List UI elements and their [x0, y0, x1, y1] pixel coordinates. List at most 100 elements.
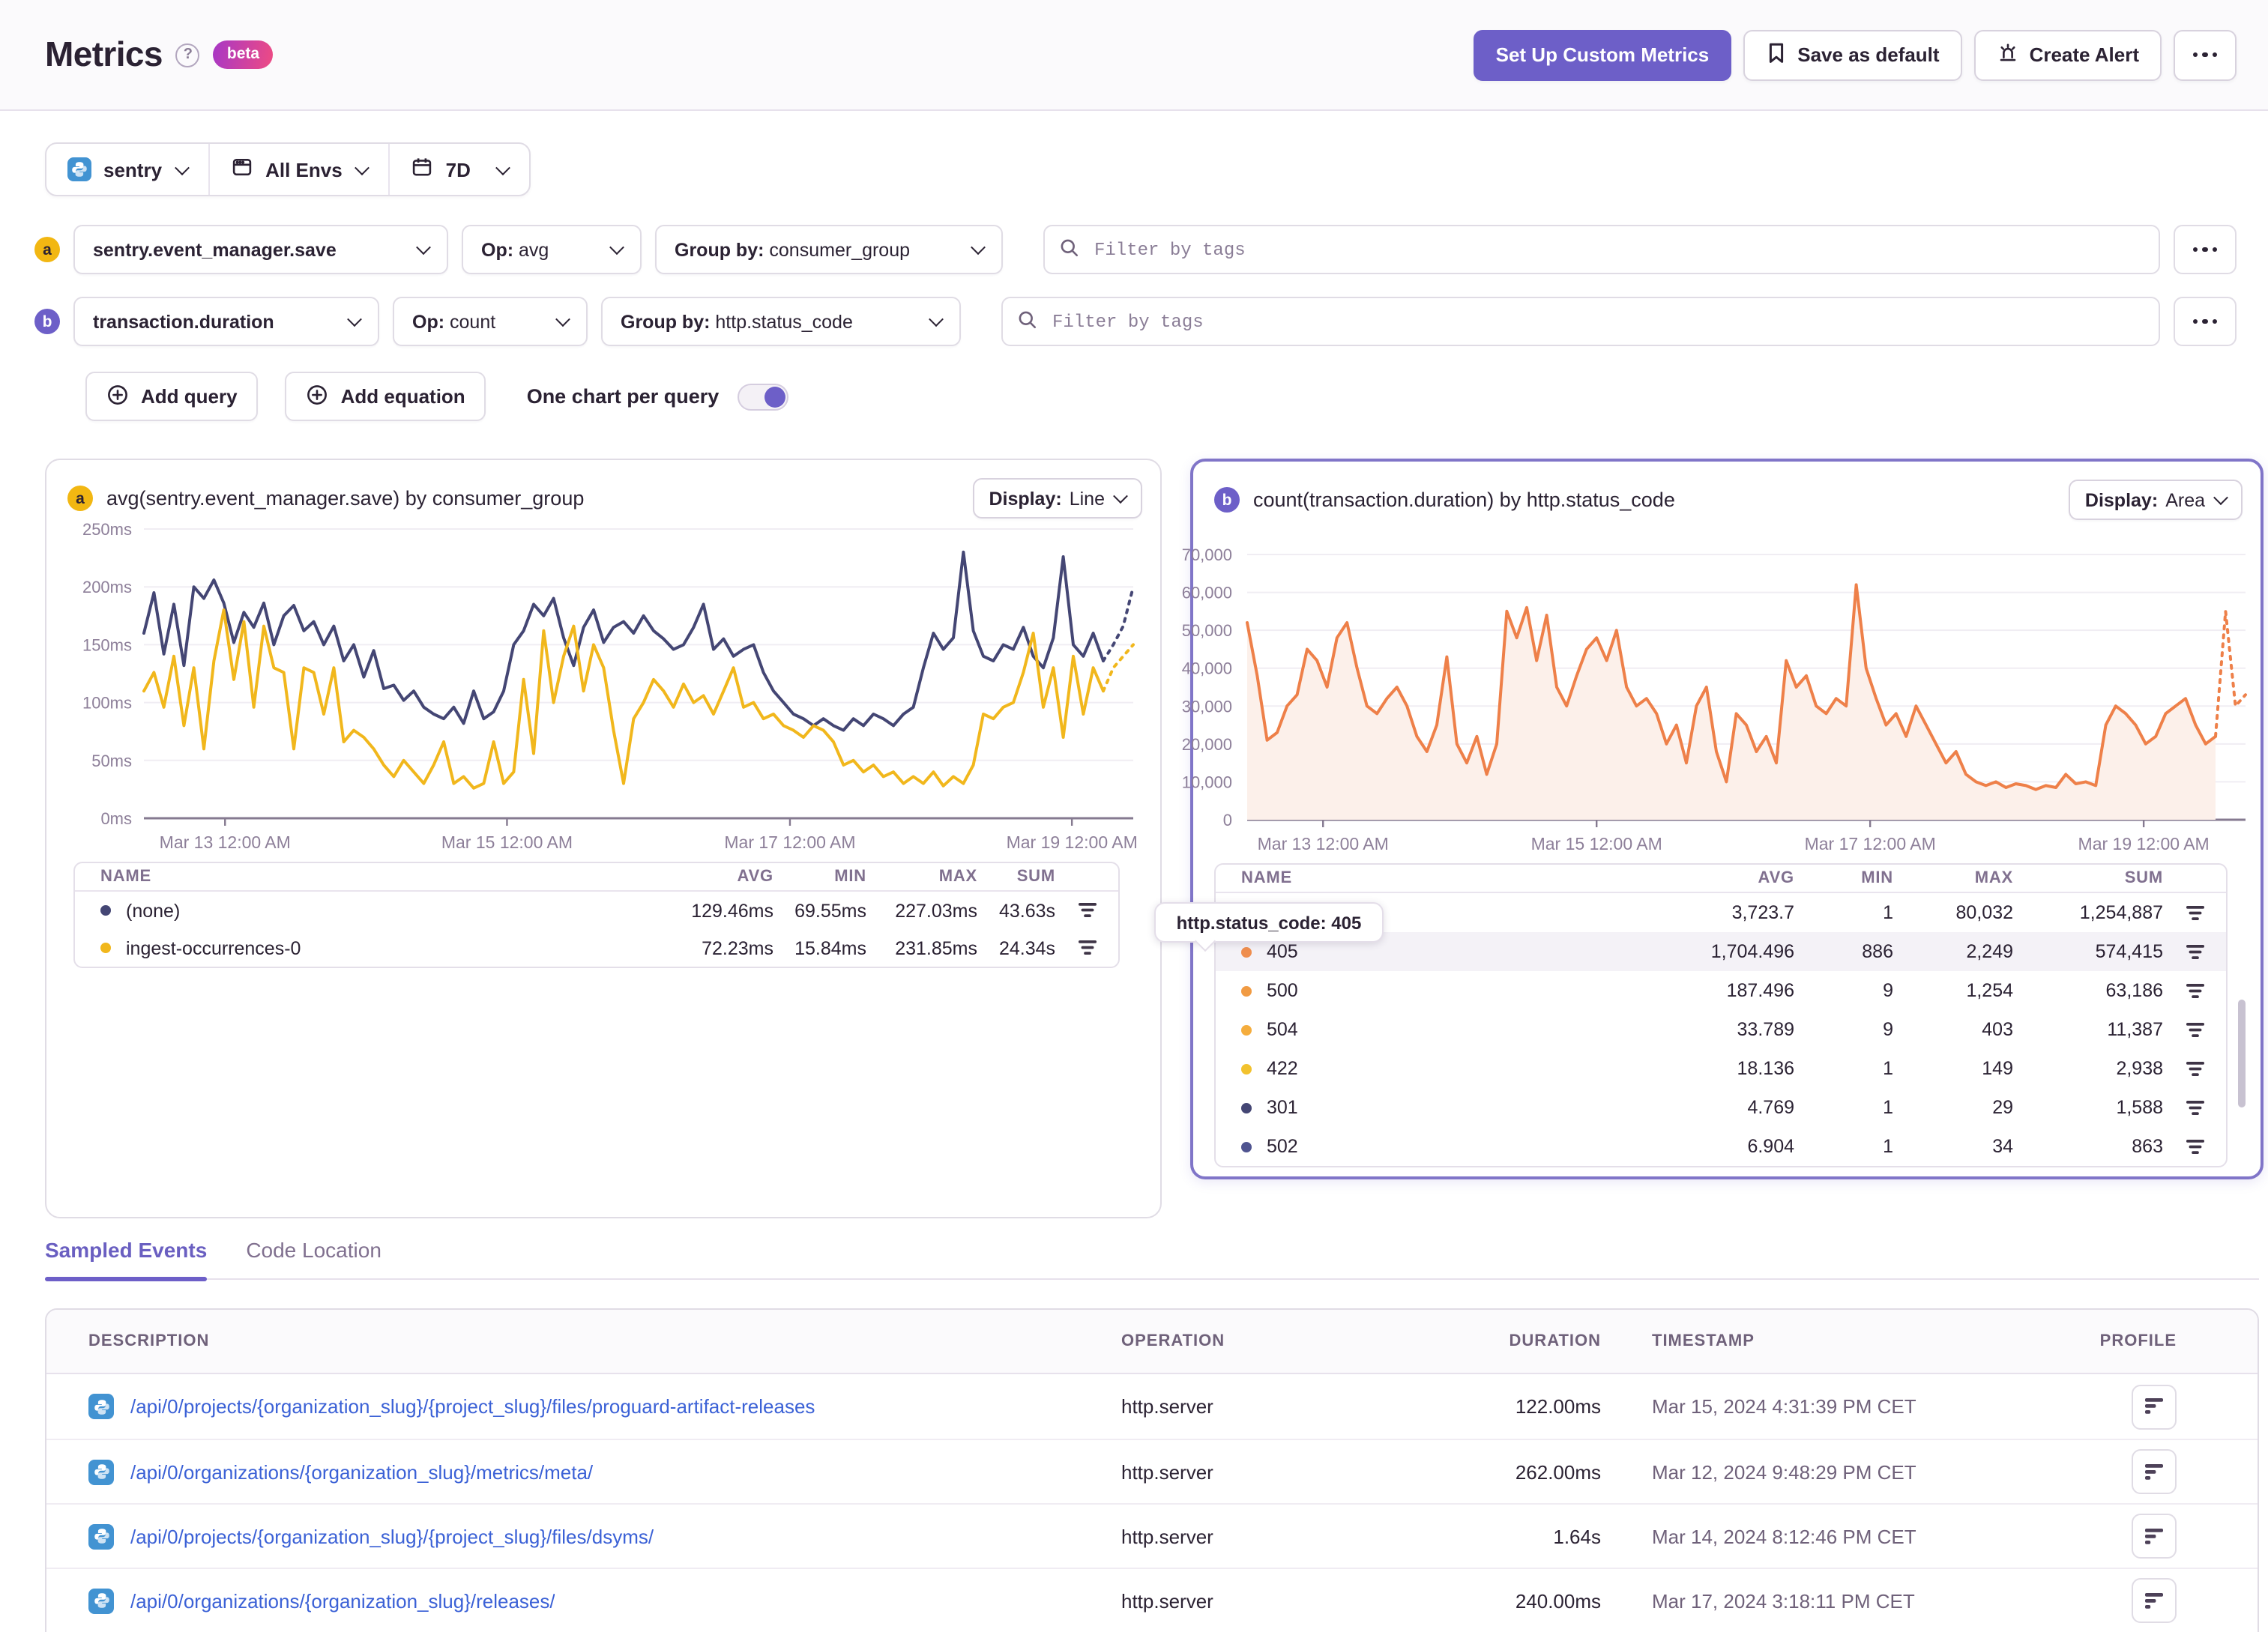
- query-badge-b: b: [34, 309, 60, 334]
- focus-series-filter-icon[interactable]: [2163, 1060, 2226, 1077]
- col-operation: OPERATION: [1121, 1332, 1225, 1350]
- series-color-dot: [1241, 985, 1252, 996]
- more-options-button[interactable]: [2174, 29, 2237, 80]
- plus-circle-icon: [307, 383, 329, 410]
- group-by-select-b[interactable]: Group by: http.status_code: [601, 297, 961, 346]
- metric-select-b[interactable]: transaction.duration: [73, 297, 379, 346]
- search-icon: [1058, 237, 1081, 267]
- event-description-link[interactable]: /api/0/organizations/{organization_slug}…: [130, 1589, 555, 1612]
- line-chart-a[interactable]: 0ms 50ms 100ms 150ms 200ms 250ms Mar 13 12:00 …: [58, 520, 1151, 872]
- group-by-value-a: consumer_group: [769, 239, 911, 260]
- help-icon[interactable]: ?: [175, 43, 200, 67]
- svg-text:0ms: 0ms: [100, 809, 132, 828]
- col-duration: DURATION: [1509, 1332, 1601, 1350]
- summary-row[interactable]: 502 6.904 1 34 863: [1216, 1127, 2226, 1166]
- summary-row[interactable]: 301 4.769 1 29 1,588: [1216, 1088, 2226, 1127]
- chart-panel-b[interactable]: b count(transaction.duration) by http.st…: [1182, 459, 2264, 1179]
- profile-button[interactable]: [2132, 1514, 2177, 1559]
- event-operation: http.server: [1121, 1460, 1213, 1483]
- svg-text:200ms: 200ms: [82, 578, 132, 596]
- series-color-dot: [1241, 1063, 1252, 1074]
- display-mode-select-b[interactable]: Display: Area: [2068, 480, 2243, 520]
- metric-select-a[interactable]: sentry.event_manager.save: [73, 225, 448, 274]
- search-icon: [1016, 309, 1039, 339]
- events-table-header: DESCRIPTION OPERATION DURATION TIMESTAMP…: [46, 1310, 2258, 1374]
- event-row: /api/0/projects/{organization_slug}/{pro…: [46, 1503, 2258, 1568]
- chevron-down-icon: [609, 240, 624, 256]
- event-description-link[interactable]: /api/0/projects/{organization_slug}/{pro…: [130, 1395, 815, 1418]
- chevron-down-icon: [416, 240, 431, 256]
- add-query-button[interactable]: Add query: [85, 372, 259, 421]
- tab-code-location[interactable]: Code Location: [246, 1238, 381, 1278]
- project-selector[interactable]: sentry: [46, 144, 208, 195]
- focus-series-filter-icon[interactable]: [2163, 1099, 2226, 1116]
- svg-text:30,000: 30,000: [1182, 697, 1232, 716]
- summary-table-scrollbar[interactable]: [2238, 1000, 2246, 1107]
- event-duration: 240.00ms: [1515, 1589, 1601, 1612]
- query-options-button-b[interactable]: [2174, 297, 2237, 346]
- siren-icon: [1997, 41, 2019, 68]
- display-mode-select-a[interactable]: Display: Line: [972, 478, 1142, 519]
- svg-text:Mar 15 12:00 AM: Mar 15 12:00 AM: [1531, 834, 1662, 853]
- area-chart-b[interactable]: 0 10,000 20,000 30,000 40,000 50,000 60,000 70,…: [1163, 522, 2258, 874]
- query-options-button-a[interactable]: [2174, 225, 2237, 274]
- tab-sampled-events[interactable]: Sampled Events: [45, 1238, 208, 1281]
- event-row: /api/0/projects/{organization_slug}/{pro…: [46, 1374, 2258, 1439]
- focus-series-filter-icon[interactable]: [1055, 940, 1118, 956]
- svg-text:0: 0: [1223, 811, 1232, 829]
- event-row: /api/0/organizations/{organization_slug}…: [46, 1568, 2258, 1632]
- chart-panel-a[interactable]: a avg(sentry.event_manager.save) by cons…: [45, 459, 1162, 1218]
- display-label-a: Display:: [989, 488, 1062, 509]
- setup-custom-metrics-button[interactable]: Set Up Custom Metrics: [1473, 29, 1732, 80]
- focus-series-filter-icon[interactable]: [2163, 1021, 2226, 1038]
- summary-table-a: NAME AVG MIN MAX SUM (none) 129.46ms 69.55ms 227…: [73, 862, 1120, 968]
- summary-row[interactable]: 500 187.496 9 1,254 63,186: [1216, 971, 2226, 1010]
- environment-selector[interactable]: All Envs: [208, 144, 389, 195]
- svg-text:Mar 17 12:00 AM: Mar 17 12:00 AM: [1805, 834, 1936, 853]
- date-range-selector[interactable]: 7D: [388, 144, 529, 195]
- one-chart-per-query-toggle[interactable]: [737, 383, 788, 410]
- query-badge-a: a: [34, 237, 60, 262]
- group-by-label-b: Group by:: [621, 311, 711, 332]
- group-by-select-a[interactable]: Group by: consumer_group: [655, 225, 1003, 274]
- event-row: /api/0/organizations/{organization_slug}…: [46, 1439, 2258, 1503]
- bookmark-icon: [1766, 41, 1787, 68]
- save-as-default-button[interactable]: Save as default: [1743, 29, 1962, 80]
- tag-filter-input-b[interactable]: [1001, 297, 2160, 346]
- summary-row[interactable]: ingest-occurrences-0 72.23ms 15.84ms 231.85…: [75, 929, 1118, 967]
- sampled-events-table: DESCRIPTION OPERATION DURATION TIMESTAMP…: [45, 1308, 2259, 1632]
- chart-tooltip: http.status_code: 405: [1154, 902, 1384, 943]
- summary-row[interactable]: 504 33.789 9 403 11,387: [1216, 1010, 2226, 1049]
- focus-series-filter-icon[interactable]: [1055, 902, 1118, 919]
- op-select-b[interactable]: Op: count: [393, 297, 588, 346]
- summary-row[interactable]: 422 18.136 1 149 2,938: [1216, 1049, 2226, 1088]
- toggle-knob: [764, 386, 785, 407]
- svg-text:70,000: 70,000: [1182, 545, 1232, 564]
- profile-button[interactable]: [2132, 1384, 2177, 1429]
- svg-text:150ms: 150ms: [82, 635, 132, 654]
- create-alert-button[interactable]: Create Alert: [1973, 29, 2162, 80]
- profile-button[interactable]: [2132, 1578, 2177, 1623]
- profile-button[interactable]: [2132, 1449, 2177, 1494]
- svg-text:Mar 17 12:00 AM: Mar 17 12:00 AM: [724, 832, 855, 852]
- event-duration: 1.64s: [1553, 1525, 1601, 1547]
- chevron-down-icon: [175, 160, 190, 175]
- metrics-page: Metrics ? beta Set Up Custom Metrics Sav…: [0, 0, 2268, 1632]
- event-description-link[interactable]: /api/0/organizations/{organization_slug}…: [130, 1460, 593, 1483]
- focus-series-filter-icon[interactable]: [2163, 1138, 2226, 1155]
- focus-series-filter-icon[interactable]: [2163, 943, 2226, 960]
- tag-filter-input-a[interactable]: [1043, 225, 2160, 274]
- op-label-a: Op:: [481, 239, 514, 260]
- create-alert-label: Create Alert: [2029, 43, 2139, 66]
- add-equation-button[interactable]: Add equation: [285, 372, 486, 421]
- query-actions-row: Add query Add equation One chart per que…: [85, 372, 788, 421]
- summary-row[interactable]: (none) 129.46ms 69.55ms 227.03ms 43.63s: [75, 892, 1118, 929]
- focus-series-filter-icon[interactable]: [2163, 982, 2226, 999]
- series-color-dot: [1241, 1102, 1252, 1113]
- metric-select-b-value: transaction.duration: [93, 311, 274, 332]
- focus-series-filter-icon[interactable]: [2163, 904, 2226, 921]
- event-description-link[interactable]: /api/0/projects/{organization_slug}/{pro…: [130, 1525, 654, 1547]
- svg-text:50,000: 50,000: [1182, 621, 1232, 640]
- op-select-a[interactable]: Op: avg: [462, 225, 642, 274]
- metric-select-a-value: sentry.event_manager.save: [93, 239, 337, 260]
